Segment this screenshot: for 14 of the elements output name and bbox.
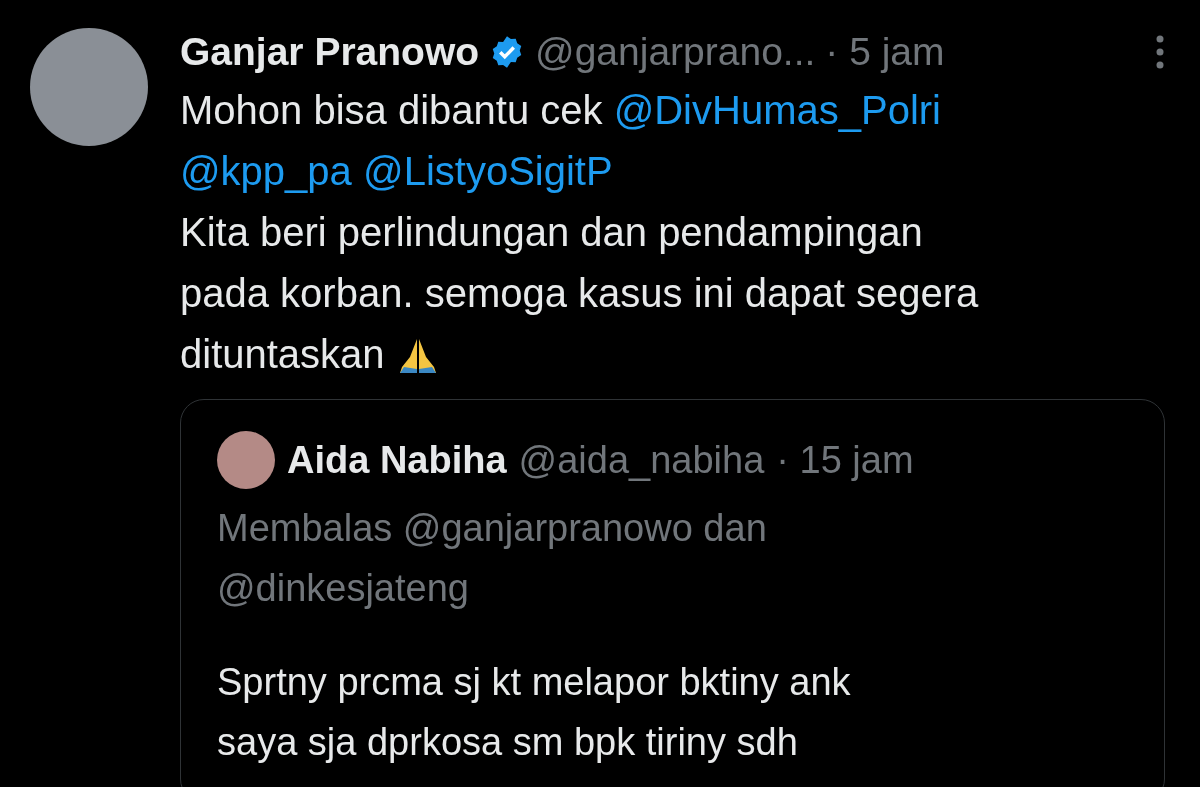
author-name[interactable]: Ganjar Pranowo bbox=[180, 30, 480, 74]
post-text: Mohon bisa dibantu cek @DivHumas_Polri @kpp_pa @ListyoSigitP Kita beri perlindungan dan pendampingan pada korban. semoga kasus ini dapat segera dituntaskan bbox=[180, 80, 1165, 385]
mention-link[interactable]: @kpp_pa bbox=[180, 141, 352, 202]
quoted-post-text: Sprtny prcma sj kt melapor bktiny ank saya sja dprkosa sm bpk tiriny sdh bbox=[217, 660, 852, 765]
author-handle[interactable]: @aida_nabiha bbox=[518, 438, 765, 482]
author-name[interactable]: Aida Nabiha bbox=[287, 438, 507, 482]
post-time[interactable]: · 5 jam bbox=[825, 30, 945, 74]
author-handle[interactable]: @ganjarprano... bbox=[535, 30, 816, 74]
reply-context-text: Membalas @ganjarpranowo dan @dinkesjateng bbox=[217, 506, 768, 611]
avatar-photo-placeholder[interactable] bbox=[217, 431, 275, 489]
mention-link[interactable]: @ListyoSigitP bbox=[363, 141, 613, 202]
post-time[interactable]: · 15 jam bbox=[776, 438, 914, 482]
more-options-icon[interactable] bbox=[1155, 34, 1165, 70]
mention-link[interactable]: @DivHumas_Polri bbox=[613, 80, 941, 141]
